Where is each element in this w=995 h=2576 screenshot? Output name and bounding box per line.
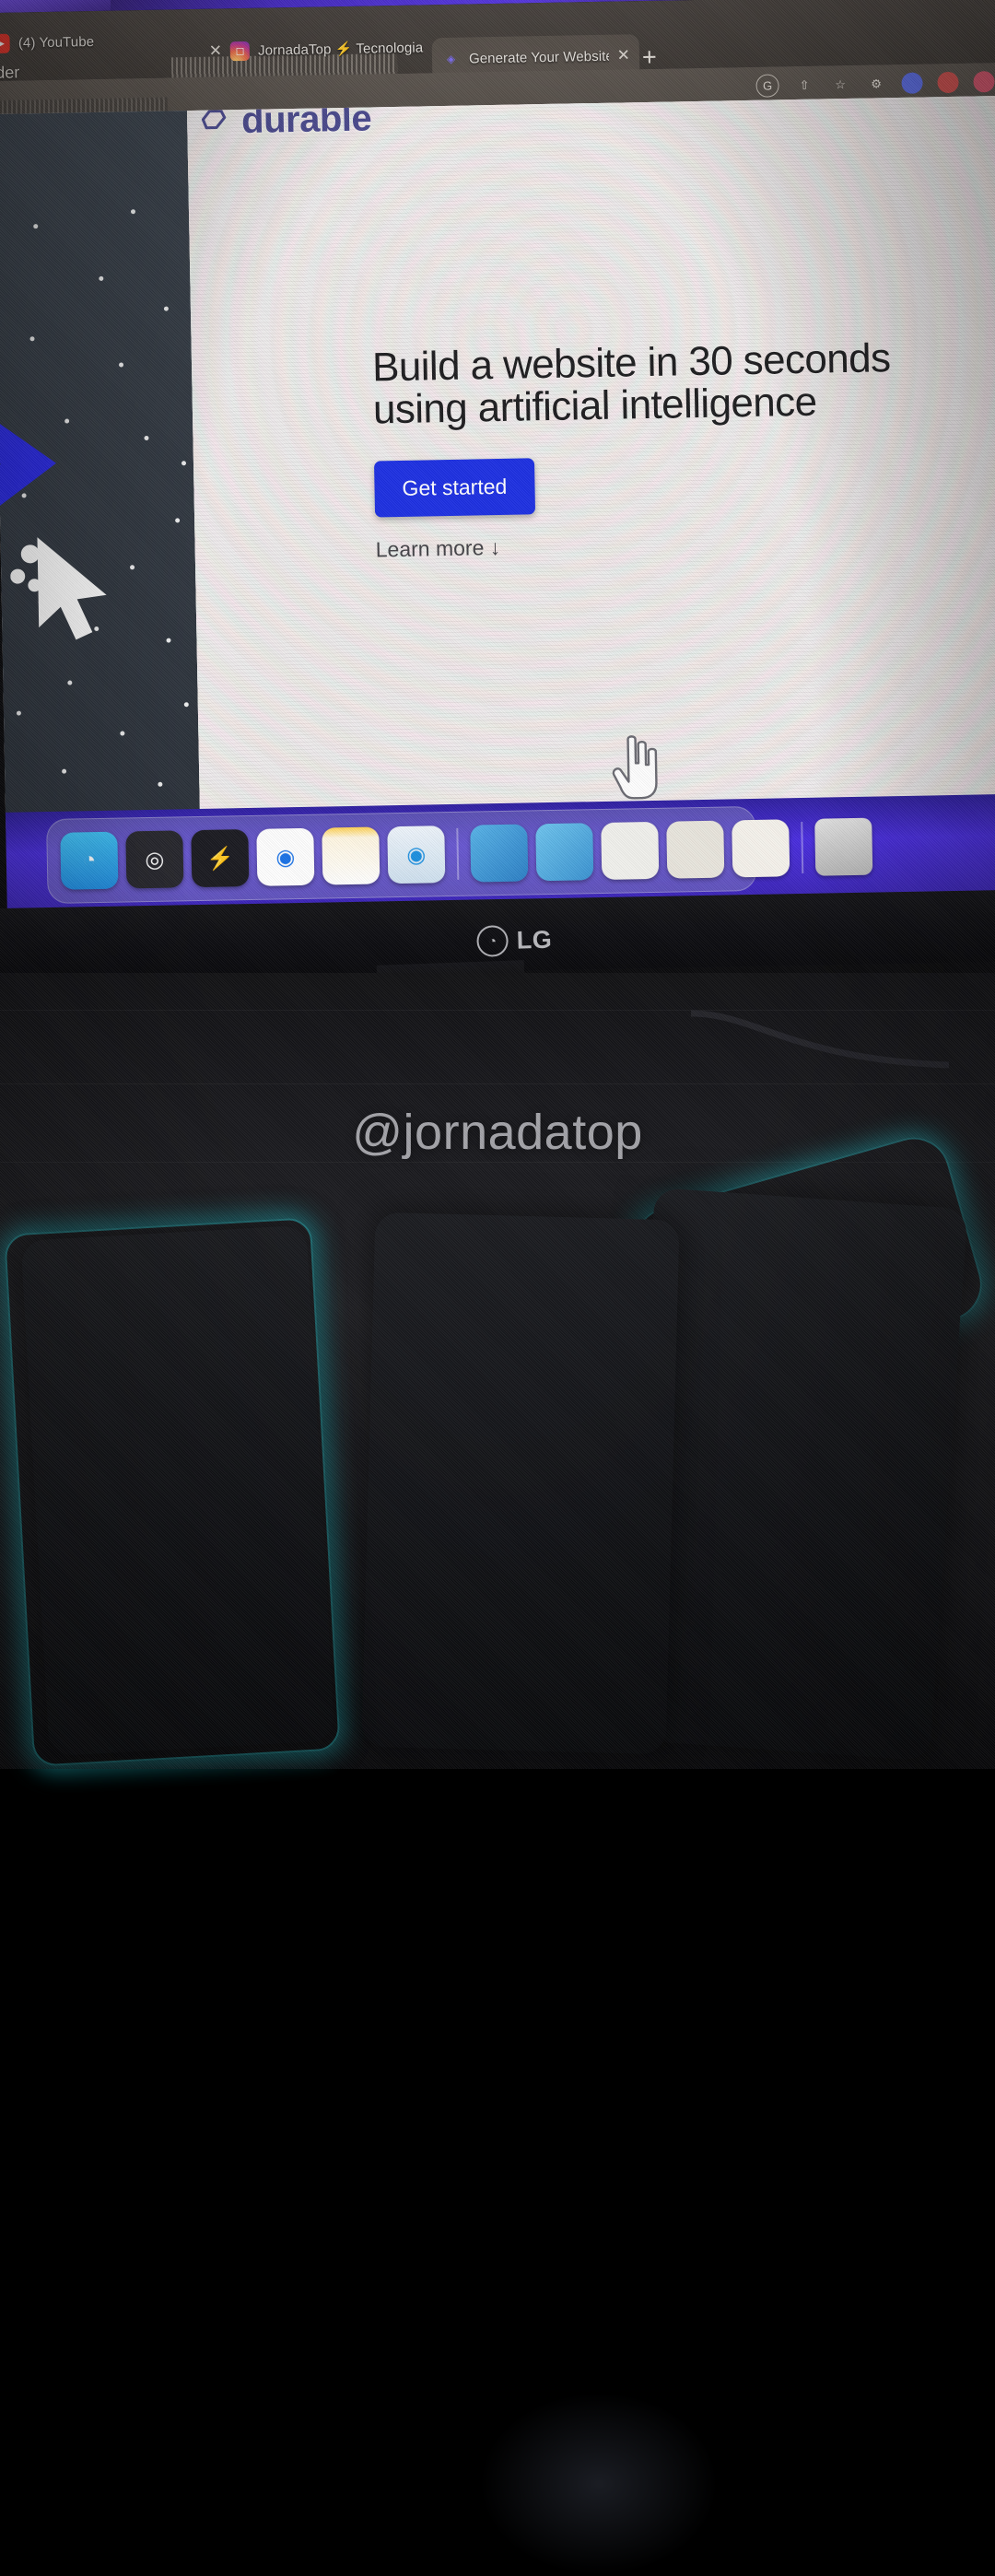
tab-label: JornadaTop ⚡ Tecnologia (@| — [257, 40, 424, 59]
trash-icon[interactable] — [814, 817, 873, 876]
tab-label: (4) YouTube — [18, 33, 95, 51]
tab-close-icon[interactable]: ✕ — [617, 46, 631, 64]
safari-icon[interactable]: ◉ — [387, 825, 446, 884]
window-1-icon[interactable] — [470, 824, 529, 883]
preview-icon[interactable] — [666, 820, 725, 879]
tab-label: Generate Your Website with AI — [468, 48, 609, 66]
durable-icon: ◈ — [446, 52, 456, 65]
chrome-icon[interactable]: ◉ — [256, 827, 315, 886]
macos-dock: ◔ ◎ ⚡ ◉ ◉ — [46, 805, 873, 905]
browser-toolbar-icons: G ⇧ ☆ ⚙ — [755, 70, 995, 98]
extension-pink-icon[interactable] — [973, 71, 995, 93]
youtube-icon: ▶ — [0, 33, 11, 53]
gear-extension-icon[interactable]: ⚙ — [865, 73, 886, 94]
get-started-button[interactable]: Get started — [373, 457, 535, 517]
cable — [682, 1004, 958, 1078]
phone-left — [20, 1224, 335, 1757]
browser-tab-instagram[interactable]: ✕ ◻ JornadaTop ⚡ Tecnologia (@| — [199, 26, 433, 73]
page-title: Build a website in 30 seconds using arti… — [372, 335, 995, 433]
hero-section: Build a website in 30 seconds using arti… — [372, 335, 995, 800]
window-2-icon[interactable] — [535, 823, 594, 882]
extension-red-icon[interactable] — [937, 71, 959, 94]
hand-pointer-cursor-icon — [609, 733, 667, 801]
lg-brand-label: LG — [516, 925, 553, 954]
browser-tab-youtube[interactable]: ✕ ▶ (4) YouTube — [0, 18, 209, 65]
monitor: -builder ✕ ▶ (4) YouTube ✕ ◻ JornadaTop … — [0, 0, 995, 997]
starfield-panel — [0, 95, 201, 828]
monitor-screen: -builder ✕ ▶ (4) YouTube ✕ ◻ JornadaTop … — [0, 0, 995, 980]
submagic-icon[interactable]: ⚡ — [191, 829, 250, 888]
document-icon[interactable] — [732, 819, 790, 878]
notes-icon[interactable] — [322, 826, 380, 885]
page-viewport: durable Build a website in 30 seconds us… — [0, 95, 995, 828]
white-arrow-cursor-icon — [9, 527, 122, 649]
photo-scene: -builder ✕ ▶ (4) YouTube ✕ ◻ JornadaTop … — [0, 0, 995, 2576]
tab-close-icon[interactable]: ✕ — [209, 41, 223, 60]
phone-center — [361, 1212, 680, 1755]
google-account-icon[interactable]: G — [755, 74, 779, 98]
spreadsheet-icon[interactable] — [601, 821, 660, 881]
extension-blue-icon[interactable] — [901, 72, 923, 94]
share-icon[interactable]: ⇧ — [793, 75, 814, 96]
durable-page: durable Build a website in 30 seconds us… — [186, 95, 995, 828]
new-tab-button[interactable]: + — [642, 43, 657, 72]
lg-circle-icon: ◔ — [476, 924, 509, 957]
desk-reflection — [479, 2392, 719, 2576]
watermark: @jornadatop — [352, 1105, 643, 1160]
finder-icon[interactable]: ◔ — [60, 831, 119, 890]
bookmark-star-icon[interactable]: ☆ — [829, 74, 850, 95]
dock-separator — [456, 827, 460, 880]
instagram-icon: ◻ — [229, 41, 251, 61]
obs-icon[interactable]: ◎ — [125, 830, 184, 889]
headline-line-2: using artificial intelligence — [372, 379, 817, 433]
